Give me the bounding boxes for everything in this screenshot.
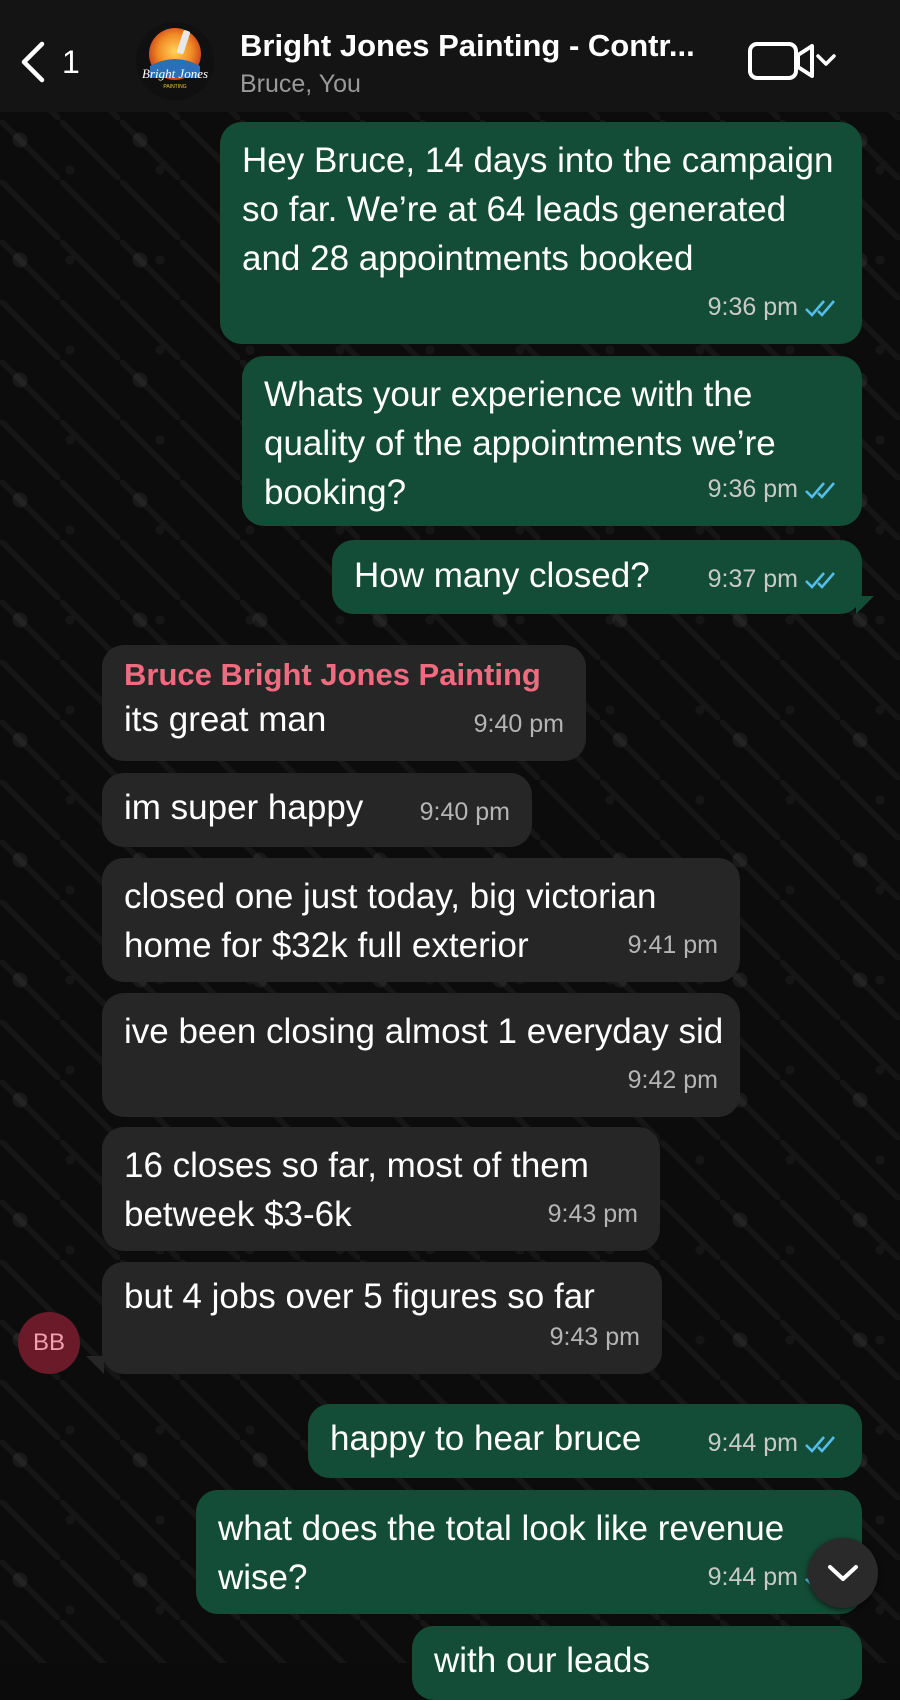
chat-participants: Bruce, You [240,70,361,98]
outgoing-message[interactable]: happy to hear bruce 9:44 pm [308,1404,862,1478]
sender-avatar[interactable]: BB [18,1312,80,1374]
message-time: 9:42 pm [627,1066,718,1094]
message-time: 9:43 pm [547,1200,638,1228]
incoming-message[interactable]: 16 closes so far, most of them betweek $… [102,1127,660,1251]
outgoing-message[interactable]: Hey Bruce, 14 days into the campaign so … [220,122,862,344]
logo-text: Bright Jones [142,66,208,81]
video-camera-icon [748,42,814,80]
incoming-message[interactable]: but 4 jobs over 5 figures so far 9:43 pm [102,1262,662,1374]
brand-logo: Bright Jones PAINTING [136,22,214,100]
scroll-to-bottom-button[interactable] [808,1538,878,1608]
sender-name[interactable]: Bruce Bright Jones Painting [124,655,564,695]
chat-title: Bright Jones Painting - Contr... [240,28,695,63]
outgoing-message[interactable]: How many closed? 9:37 pm [332,540,862,614]
message-meta: 9:36 pm [708,283,840,332]
outgoing-message[interactable]: with our leads [412,1626,862,1700]
chat-header: 1 Bright Jones PAINTING Bright Jones Pai… [0,0,900,112]
message-time: 9:36 pm [707,293,798,321]
svg-text:PAINTING: PAINTING [163,84,186,90]
message-time: 9:37 pm [707,565,798,593]
outgoing-message[interactable]: Whats your experience with the quality o… [242,356,862,526]
double-check-icon [805,1435,835,1453]
video-call-button[interactable] [748,38,840,84]
double-check-icon [805,299,835,317]
incoming-message[interactable]: Bruce Bright Jones Painting its great ma… [102,645,586,761]
message-time: 9:40 pm [473,710,564,738]
chat-title-area[interactable]: Bright Jones Painting - Contr... Bruce, … [240,28,695,99]
incoming-message[interactable]: ive been closing almost 1 everyday sid 9… [102,993,740,1117]
message-time: 9:36 pm [707,475,798,503]
group-avatar[interactable]: Bright Jones PAINTING [136,22,214,100]
message-time: 9:44 pm [707,1429,798,1457]
message-meta: 9:37 pm [708,555,840,604]
message-time: 9:41 pm [627,931,718,959]
unread-count: 1 [62,43,80,80]
bubble-tail [86,1356,104,1374]
message-text: ive been closing almost 1 everyday sid [124,1012,724,1051]
outgoing-message[interactable]: what does the total look like revenue wi… [196,1490,862,1614]
message-meta: 9:36 pm [708,465,840,514]
message-time: 9:44 pm [707,1563,798,1591]
double-check-icon [805,571,835,589]
chevron-down-icon [816,54,836,66]
double-check-icon [805,481,835,499]
message-time: 9:43 pm [549,1323,640,1351]
incoming-message[interactable]: im super happy 9:40 pm [102,773,532,847]
message-text: with our leads [434,1641,650,1680]
message-time: 9:40 pm [419,798,510,826]
message-text: Hey Bruce, 14 days into the campaign so … [242,141,834,278]
back-button[interactable]: 1 [18,40,80,84]
chevron-left-icon [21,41,45,83]
message-meta: 9:44 pm [708,1419,840,1468]
chevron-down-icon [828,1565,858,1581]
incoming-message[interactable]: closed one just today, big victorian hom… [102,858,740,982]
